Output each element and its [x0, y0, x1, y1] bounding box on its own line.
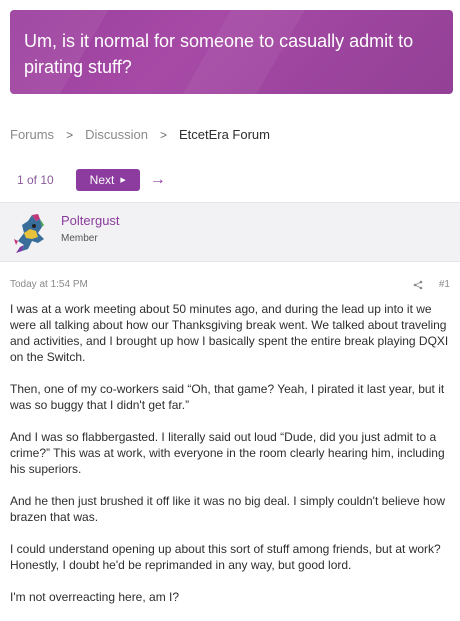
thread-title-banner: Um, is it normal for someone to casually…: [10, 10, 453, 94]
breadcrumb-forums[interactable]: Forums: [10, 127, 54, 142]
post-meta: Today at 1:54 PM #1: [10, 279, 450, 290]
post-number[interactable]: #1: [439, 279, 450, 290]
next-page-button[interactable]: Next ▶: [75, 169, 140, 191]
post-paragraph: I was at a work meeting about 50 minutes…: [10, 302, 449, 364]
breadcrumb-separator-icon: >: [159, 127, 167, 142]
post-paragraph: And he then just brushed it off like it …: [10, 494, 445, 524]
post-paragraph: I'm not overreacting here, am I?: [10, 590, 180, 604]
breadcrumb-discussion[interactable]: Discussion: [85, 127, 148, 142]
breadcrumb-separator-icon: >: [66, 127, 74, 142]
page-count-selector[interactable]: 1 of 10: [10, 168, 61, 192]
post-paragraph: And I was so flabbergasted. I literally …: [10, 430, 445, 476]
post-timestamp[interactable]: Today at 1:54 PM: [10, 279, 413, 290]
breadcrumb-etcetera-forum[interactable]: EtcetEra Forum: [179, 127, 270, 142]
post-paragraph: Then, one of my co-workers said “Oh, tha…: [10, 382, 445, 412]
share-icon[interactable]: [413, 280, 423, 290]
next-button-label: Next: [89, 173, 115, 187]
post-author-bar: Poltergust Member: [0, 202, 460, 262]
author-username[interactable]: Poltergust: [61, 213, 120, 228]
avatar[interactable]: [10, 211, 50, 255]
post-body: I was at a work meeting about 50 minutes…: [10, 301, 452, 621]
author-title: Member: [61, 233, 98, 244]
pagination: 1 of 10 Next ▶ →: [10, 168, 166, 192]
post-paragraph: I could understand opening up about this…: [10, 542, 441, 572]
thread-title: Um, is it normal for someone to casually…: [24, 31, 414, 77]
breadcrumb: Forums > Discussion > EtcetEra Forum: [10, 127, 270, 142]
arrow-right-icon[interactable]: →: [150, 171, 166, 189]
caret-right-icon: ▶: [120, 177, 126, 184]
